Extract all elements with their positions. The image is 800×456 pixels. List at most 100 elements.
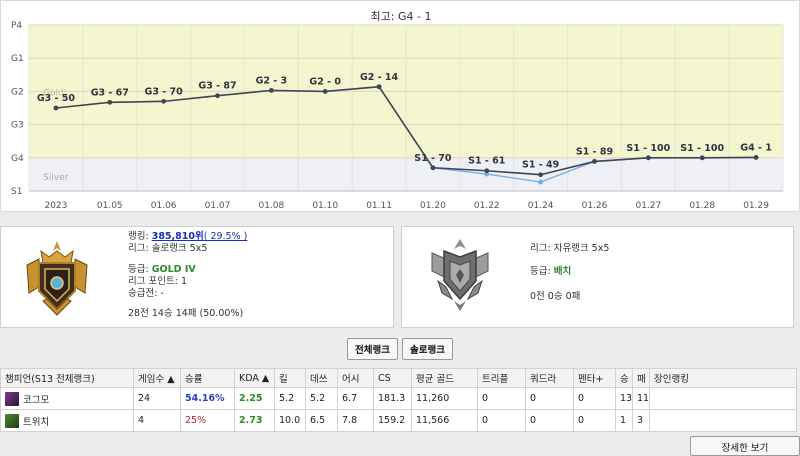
champion-name: 트위치 — [23, 416, 50, 428]
ranking-link[interactable]: 385,810위 — [152, 231, 204, 242]
header-wins[interactable]: 승 — [615, 368, 633, 388]
flex-win-loss-record: 0전 0승 0패 — [530, 291, 581, 302]
data-point — [161, 98, 167, 104]
twitch-icon — [5, 413, 19, 428]
flex-league-label: 리그: 자유랭크 5x5 — [530, 243, 610, 254]
header-assists[interactable]: 어시 — [337, 368, 374, 388]
deaths-cell: 5.2 — [305, 387, 338, 410]
data-label: G2 - 3 — [256, 75, 288, 86]
x-tick-label: 01.11 — [366, 201, 392, 211]
tab-solo-rank[interactable]: 솔로랭크 — [402, 338, 453, 360]
data-label: G3 - 50 — [37, 93, 76, 104]
solo-rank-info: 랭킹: 385,810위( 29.5% ) 리그: 솔로랭크 5x5 등급: G… — [128, 231, 247, 321]
solo-rank-card: 랭킹: 385,810위( 29.5% ) 리그: 솔로랭크 5x5 등급: G… — [0, 226, 394, 328]
data-point — [215, 93, 220, 99]
header-penta[interactable]: 펜타+ — [573, 368, 616, 388]
winrate-cell: 25% — [180, 409, 235, 432]
tier-value: GOLD IV — [151, 263, 196, 275]
data-label: S1 - 89 — [576, 146, 613, 157]
rank-tabs: 전체랭크 솔로랭크 — [0, 338, 800, 360]
tier-row: 등급: GOLD IV — [128, 264, 247, 276]
x-tick-label: 01.28 — [689, 201, 715, 211]
gold-cell: 11,566 — [411, 409, 478, 432]
data-point — [322, 89, 328, 94]
header-losses[interactable]: 패 — [632, 368, 650, 388]
penta-cell: 0 — [573, 387, 616, 410]
league-label: 리그: 솔로랭크 5x5 — [128, 243, 208, 255]
table-row: 코그모 24 54.16% 2.25 5.2 5.2 6.7 181.3 11,… — [0, 387, 797, 410]
data-label: S1 - 100 — [680, 143, 724, 154]
cs-cell: 181.3 — [373, 387, 412, 410]
ranking-percent-link[interactable]: ( 29.5% ) — [204, 231, 248, 242]
x-tick-label: 2023 — [44, 201, 67, 211]
unranked-emblem-icon — [431, 239, 489, 311]
data-label: G3 - 87 — [198, 81, 236, 92]
data-label: S1 - 70 — [414, 153, 452, 164]
x-tick-label: 01.27 — [635, 201, 661, 211]
x-tick-label: 01.05 — [97, 201, 123, 211]
champion-cell[interactable]: 트위치 — [5, 413, 129, 428]
champion-stats-table: 챔피언(S13 전체랭크) 게임수 ▲ 승률 KDA ▲ 킬 데쓰 어시 CS … — [0, 368, 797, 432]
y-tick-label: G2 — [11, 87, 24, 97]
detail-view-button[interactable]: 장세한 보기 — [690, 436, 800, 456]
data-point — [592, 159, 597, 164]
tab-all-rank[interactable]: 전체랭크 — [347, 338, 398, 360]
data-label: G2 - 14 — [360, 72, 399, 83]
tier-history-chart: 최고: G4 - 1 P4 G1 G2 G3 G4 S1 Gold Silver 2023 01.… — [0, 0, 800, 212]
flex-tier-label: 등급: — [530, 266, 554, 277]
data-point — [538, 172, 544, 178]
data-point — [753, 155, 759, 160]
y-tick-label: G1 — [11, 54, 24, 64]
data-point — [53, 105, 59, 111]
header-master-ranking[interactable]: 장인랭킹 — [649, 368, 797, 388]
data-point — [699, 155, 705, 161]
data-label: G4 - 1 — [740, 142, 772, 153]
data-label: S1 - 100 — [626, 143, 670, 154]
data-point — [484, 168, 490, 174]
flex-tier-row: 등급: 배치 — [530, 263, 609, 277]
header-kda[interactable]: KDA ▲ — [234, 368, 275, 388]
header-avg-gold[interactable]: 평균 골드 — [411, 368, 478, 388]
header-champion[interactable]: 챔피언(S13 전체랭크) — [0, 368, 134, 388]
deaths-cell: 6.5 — [305, 409, 338, 432]
chart-svg: P4G1G2G3G4S1GoldSilver2023 01.05 01.06 01.0… — [11, 21, 784, 211]
x-tick-label: 01.20 — [420, 201, 446, 211]
wins-cell: 1 — [615, 409, 633, 432]
penta-cell: 0 — [573, 409, 616, 432]
y-tick-label: G4 — [11, 154, 24, 164]
band-label-silver: Silver — [43, 173, 69, 183]
tier-label: 등급: — [128, 263, 152, 275]
ranking-label: 랭킹: — [128, 231, 152, 242]
x-tick-label: 01.29 — [743, 201, 769, 211]
flex-rank-card: 리그: 자유랭크 5x5 등급: 배치 0전 0승 0패 — [401, 226, 794, 328]
champion-name: 코그모 — [23, 394, 50, 406]
x-tick-label: 01.06 — [151, 201, 177, 211]
kills-cell: 10.0 — [274, 409, 306, 432]
header-quadra[interactable]: 쿼드라 — [525, 368, 574, 388]
assists-cell: 6.7 — [337, 387, 374, 410]
header-triple[interactable]: 트리플 — [477, 368, 526, 388]
data-point — [645, 155, 651, 161]
header-deaths[interactable]: 데쓰 — [305, 368, 338, 388]
header-winrate[interactable]: 승률 — [180, 368, 235, 388]
kda-cell: 2.73 — [234, 409, 275, 432]
kda-cell: 2.25 — [234, 387, 275, 410]
table-header-row: 챔피언(S13 전체랭크) 게임수 ▲ 승률 KDA ▲ 킬 데쓰 어시 CS … — [0, 368, 797, 388]
quadra-cell: 0 — [525, 387, 574, 410]
data-label: S1 - 49 — [522, 160, 559, 171]
data-point — [268, 88, 274, 93]
league-points: 리그 포인트: 1 — [128, 275, 187, 287]
triple-cell: 0 — [477, 409, 526, 432]
champion-cell[interactable]: 코그모 — [5, 391, 129, 406]
header-cs[interactable]: CS — [373, 368, 412, 388]
x-tick-label: 01.24 — [528, 201, 554, 211]
games-cell: 24 — [133, 387, 181, 410]
master-ranking-cell — [649, 409, 797, 432]
games-cell: 4 — [133, 409, 181, 432]
flex-rank-info: 리그: 자유랭크 5x5 등급: 배치 0전 0승 0패 — [530, 240, 610, 302]
flex-tier-value: 배치 — [553, 266, 572, 277]
gold-cell: 11,260 — [411, 387, 478, 410]
cs-cell: 159.2 — [373, 409, 412, 432]
header-games[interactable]: 게임수 ▲ — [133, 368, 181, 388]
header-kills[interactable]: 킬 — [274, 368, 306, 388]
